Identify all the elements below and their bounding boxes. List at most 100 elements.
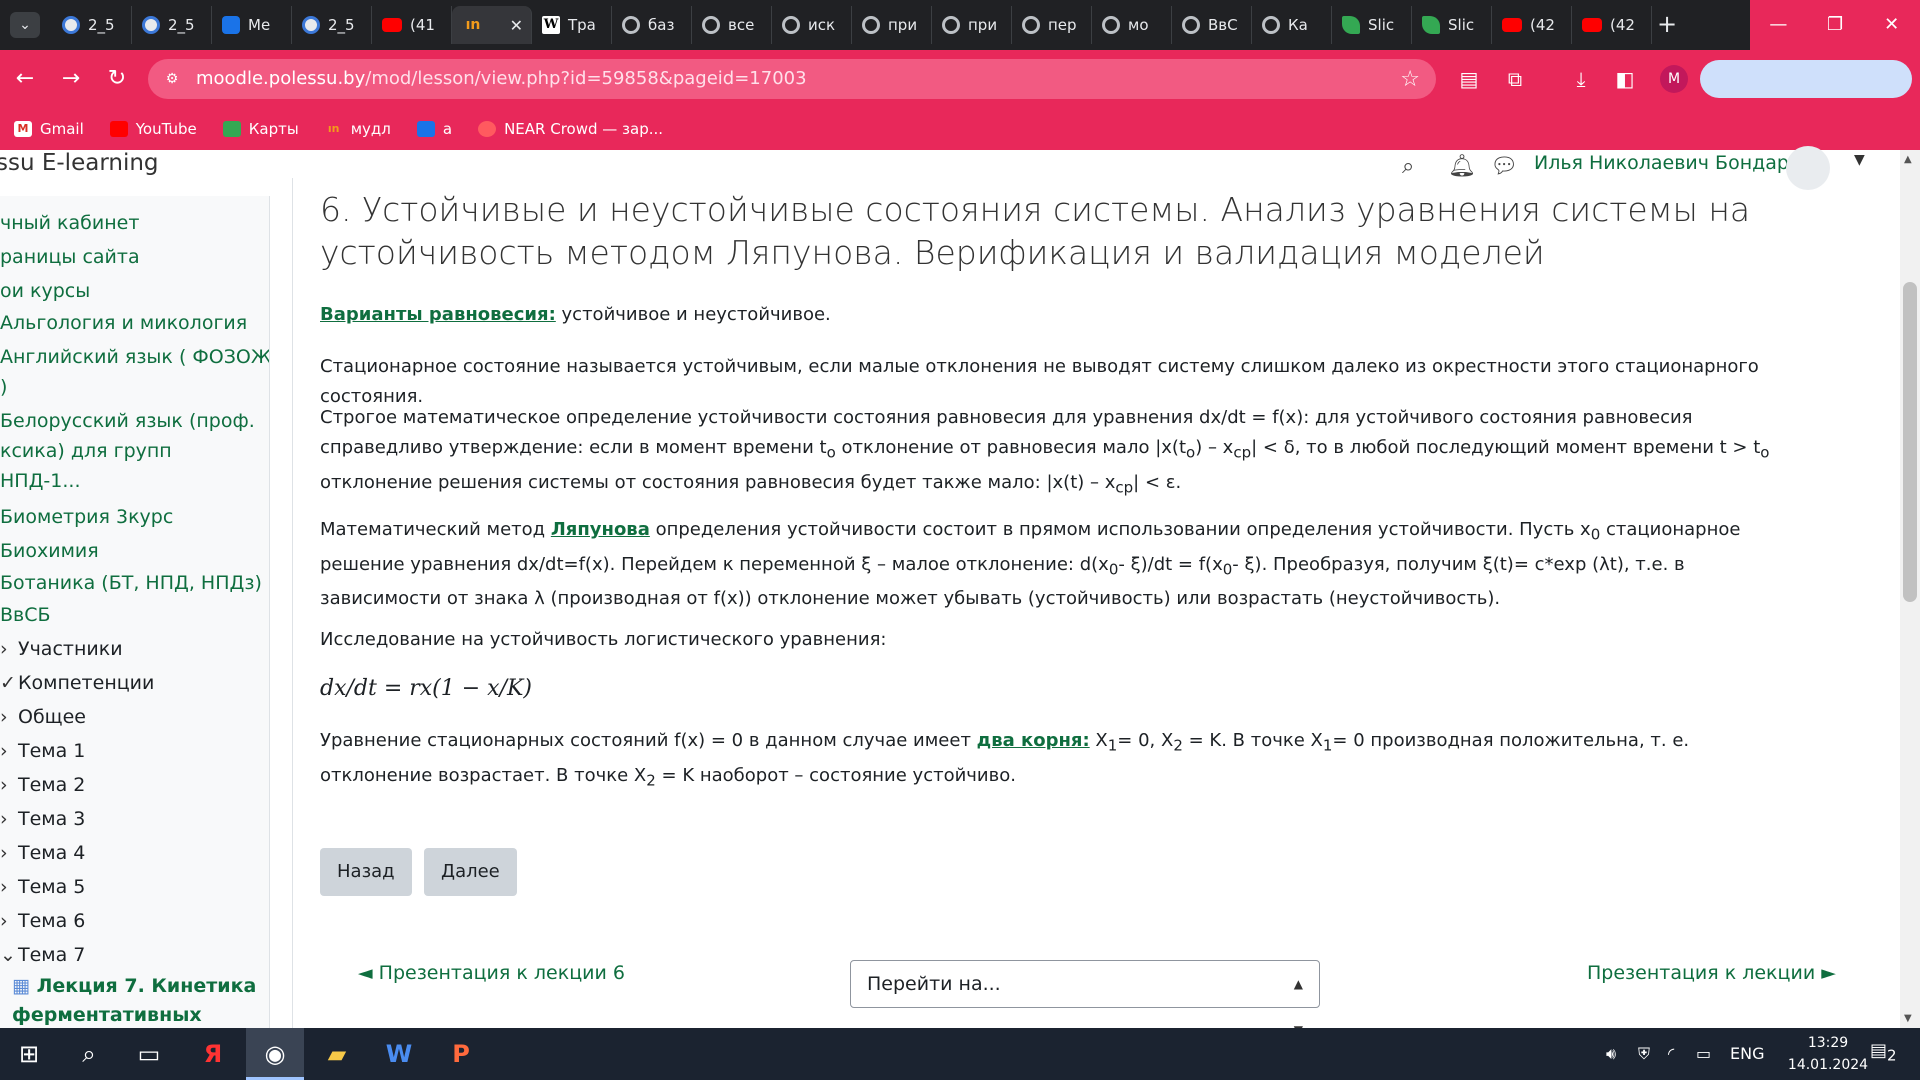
scrollbar-thumb[interactable] xyxy=(1903,282,1917,602)
sidebar-section-5[interactable]: › Тема 2 xyxy=(0,774,85,796)
sidebar-section-8[interactable]: › Тема 5 xyxy=(0,876,85,898)
update-button[interactable] xyxy=(1700,60,1912,98)
url-text[interactable]: moodle.polessu.by/mod/lesson/view.php?id… xyxy=(196,59,807,99)
reading-list-icon[interactable]: ▤ xyxy=(1456,66,1482,92)
sidebar-course-link[interactable]: Биохимия xyxy=(0,540,99,562)
sidebar-course-link[interactable]: Ботаника (БТ, НПД, НПДз) xyxy=(0,572,262,594)
browser-tab[interactable]: ın ✕ xyxy=(452,6,532,44)
volume-icon[interactable]: 🔊︎ xyxy=(1606,1028,1616,1080)
sidebar-course-link[interactable]: НПД-1... xyxy=(0,470,80,492)
tab-search-dropdown[interactable]: ⌄ xyxy=(10,12,40,38)
browser-tab[interactable]: при xyxy=(932,6,1012,44)
sidebar-course-link[interactable]: Английский язык ( ФОЗОЖ, xyxy=(0,346,269,368)
browser-tab[interactable]: 2_5 xyxy=(292,6,372,44)
sidebar-course-link[interactable]: Альгология и микология xyxy=(0,312,247,334)
browser-tab[interactable]: 2_5 xyxy=(132,6,212,44)
browser-tab[interactable]: (41 xyxy=(372,6,452,44)
browser-tab[interactable]: Slic xyxy=(1412,6,1492,44)
sidebar-section-1[interactable]: › Участники xyxy=(0,638,123,660)
browser-tab[interactable]: 2_5 xyxy=(52,6,132,44)
address-bar[interactable]: ⚙ moodle.polessu.by/mod/lesson/view.php?… xyxy=(148,59,1436,99)
sidebar-course-link[interactable]: ) xyxy=(0,376,7,398)
language-indicator[interactable]: ENG xyxy=(1730,1028,1764,1080)
windows-start-icon[interactable]: ⊞ xyxy=(0,1028,58,1080)
notification-center-icon[interactable]: ▤2 xyxy=(1870,1040,1897,1065)
browser-tab[interactable]: мо xyxy=(1092,6,1172,44)
word-icon[interactable]: W xyxy=(370,1028,428,1080)
back-lesson-button[interactable]: Назад xyxy=(320,848,412,896)
browser-tab[interactable]: ВвС xyxy=(1172,6,1252,44)
profile-avatar[interactable]: M xyxy=(1660,65,1688,93)
messages-icon[interactable]: 💬︎ xyxy=(1490,154,1518,179)
bookmark-item[interactable]: ın мудл xyxy=(325,120,391,138)
bookmark-star-icon[interactable]: ☆ xyxy=(1400,67,1420,92)
sidebar-lesson-link[interactable]: ▦ Лекция 7. Кинетика ферментативных xyxy=(12,972,269,1028)
sidebar-section-6[interactable]: › Тема 3 xyxy=(0,808,85,830)
bookmark-item[interactable]: Карты xyxy=(222,120,299,138)
search-icon[interactable]: ⌕ xyxy=(1402,154,1414,179)
clock[interactable]: 13:29 14.01.2024 xyxy=(1778,1032,1878,1076)
site-info-icon[interactable]: ⚙ xyxy=(162,69,182,89)
scroll-down-icon[interactable]: ▼ xyxy=(1904,1013,1912,1024)
browser-tab[interactable]: W Тра xyxy=(532,6,612,44)
sidebar-course-link[interactable]: Белорусский язык (проф. xyxy=(0,410,255,432)
browser-tab[interactable]: баз xyxy=(612,6,692,44)
bookmark-item[interactable]: M Gmail xyxy=(14,120,84,138)
notifications-bell-icon[interactable]: 🔔︎ xyxy=(1448,154,1476,179)
battery-icon[interactable]: ▭ xyxy=(1696,1028,1711,1080)
browser-tab[interactable]: (42 xyxy=(1572,6,1652,44)
forward-button[interactable]: → xyxy=(56,64,86,94)
two-roots-link[interactable]: два корня: xyxy=(977,730,1090,751)
powerpoint-icon[interactable]: P xyxy=(432,1028,490,1080)
download-icon[interactable]: ⤓ xyxy=(1568,66,1594,92)
browser-tab[interactable]: (42 xyxy=(1492,6,1572,44)
sidebar-section-10[interactable]: ⌄ Тема 7 xyxy=(0,944,85,966)
sidebar-section-9[interactable]: › Тема 6 xyxy=(0,910,85,932)
browser-tab[interactable]: пер xyxy=(1012,6,1092,44)
user-menu-caret-icon[interactable]: ▼ xyxy=(1854,152,1865,168)
page-scrollbar[interactable]: ▲ ▼ xyxy=(1900,150,1920,1028)
browser-tab[interactable]: Ме xyxy=(212,6,292,44)
sidebar-nav-link[interactable]: чный кабинет xyxy=(0,212,139,234)
site-brand[interactable]: ssu E-learning xyxy=(0,150,159,176)
sidebar-section-3[interactable]: › Общее xyxy=(0,706,86,728)
security-shield-icon[interactable]: ⛨ xyxy=(1638,1028,1650,1080)
browser-tab[interactable]: иск xyxy=(772,6,852,44)
browser-tab[interactable]: все xyxy=(692,6,772,44)
task-view-icon[interactable]: ▭ xyxy=(120,1028,178,1080)
sidebar-section-2[interactable]: ✓ Компетенции xyxy=(0,672,154,694)
bookmark-item[interactable]: а xyxy=(416,120,452,138)
sidebar-course-link[interactable]: ксика) для групп xyxy=(0,440,172,462)
browser-tab[interactable]: при xyxy=(852,6,932,44)
bookmark-item[interactable]: NEAR Crowd — зар... xyxy=(478,120,663,138)
wifi-icon[interactable]: ◜ xyxy=(1668,1028,1674,1080)
bookmark-item[interactable]: YouTube xyxy=(109,120,197,138)
close-tab-icon[interactable]: ✕ xyxy=(510,16,523,35)
taskbar-search-icon[interactable]: ⌕ xyxy=(60,1028,118,1080)
jump-to-select[interactable]: Перейти на...▲▼ xyxy=(850,960,1320,1028)
sidebar-section-4[interactable]: › Тема 1 xyxy=(0,740,85,762)
previous-activity-link[interactable]: ◄ Презентация к лекции 6 xyxy=(358,962,625,984)
side-panel-icon[interactable]: ◧ xyxy=(1612,66,1638,92)
next-lesson-button[interactable]: Далее xyxy=(424,848,517,896)
sidebar-course-link[interactable]: Биометрия 3курс xyxy=(0,506,173,528)
scroll-up-icon[interactable]: ▲ xyxy=(1904,154,1912,165)
file-explorer-icon[interactable]: ▰ xyxy=(308,1028,366,1080)
lyapunov-link[interactable]: Ляпунова xyxy=(551,519,650,540)
browser-tab[interactable]: Ка xyxy=(1252,6,1332,44)
restore-button[interactable]: ❐ xyxy=(1807,0,1864,50)
new-tab-button[interactable]: + xyxy=(1652,10,1682,40)
sidebar-nav-link[interactable]: раницы сайта xyxy=(0,246,140,268)
back-button[interactable]: ← xyxy=(10,64,40,94)
close-window-button[interactable]: ✕ xyxy=(1863,0,1920,50)
reload-button[interactable]: ↻ xyxy=(102,64,132,94)
chrome-icon[interactable]: ◉ xyxy=(246,1028,304,1080)
extensions-icon[interactable]: ⧉ xyxy=(1502,66,1528,92)
sidebar-section-7[interactable]: › Тема 4 xyxy=(0,842,85,864)
yandex-browser-icon[interactable]: Я xyxy=(184,1028,242,1080)
sidebar-nav-link[interactable]: ои курсы xyxy=(0,280,90,302)
next-activity-link[interactable]: Презентация к лекции ► xyxy=(1587,962,1836,984)
sidebar-course-link[interactable]: ВвСБ xyxy=(0,604,51,626)
minimize-button[interactable]: — xyxy=(1750,0,1807,50)
browser-tab[interactable]: Slic xyxy=(1332,6,1412,44)
